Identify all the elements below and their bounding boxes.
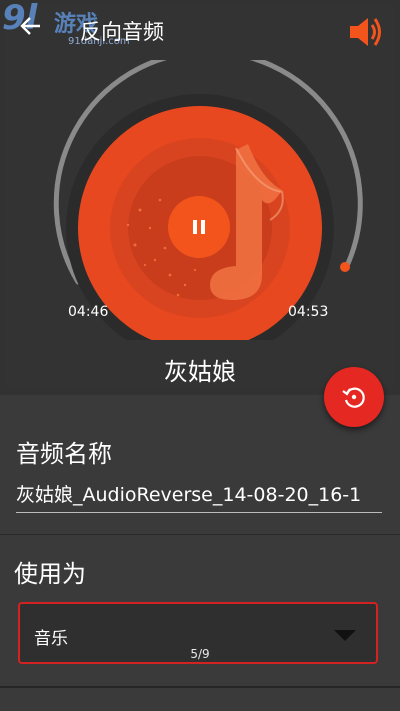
audio-name-input[interactable]: 灰姑娘_AudioReverse_14-08-20_16-1 xyxy=(16,480,382,513)
reverse-replay-icon xyxy=(342,387,365,408)
progress-handle xyxy=(340,262,350,272)
arrow-left-icon xyxy=(20,17,40,35)
total-time: 04:53 xyxy=(288,304,329,320)
pause-icon xyxy=(193,220,205,234)
volume-button[interactable] xyxy=(346,14,386,50)
dropdown-arrow-icon xyxy=(334,630,356,641)
back-button[interactable] xyxy=(20,14,42,44)
app-bar: 反向音频 xyxy=(0,0,400,60)
elapsed-time: 04:46 xyxy=(68,304,109,320)
speaker-icon xyxy=(350,18,381,46)
audio-name-label: 音频名称 xyxy=(16,440,112,468)
page-title: 反向音频 xyxy=(80,20,164,44)
use-as-label: 使用为 xyxy=(14,560,86,588)
page-indicator: 5/9 xyxy=(190,647,210,661)
section-divider xyxy=(0,534,400,535)
use-as-selected-value: 音乐 xyxy=(34,629,68,649)
bottom-divider xyxy=(0,686,400,688)
pause-button[interactable] xyxy=(168,196,230,258)
reverse-play-button[interactable] xyxy=(324,367,384,427)
